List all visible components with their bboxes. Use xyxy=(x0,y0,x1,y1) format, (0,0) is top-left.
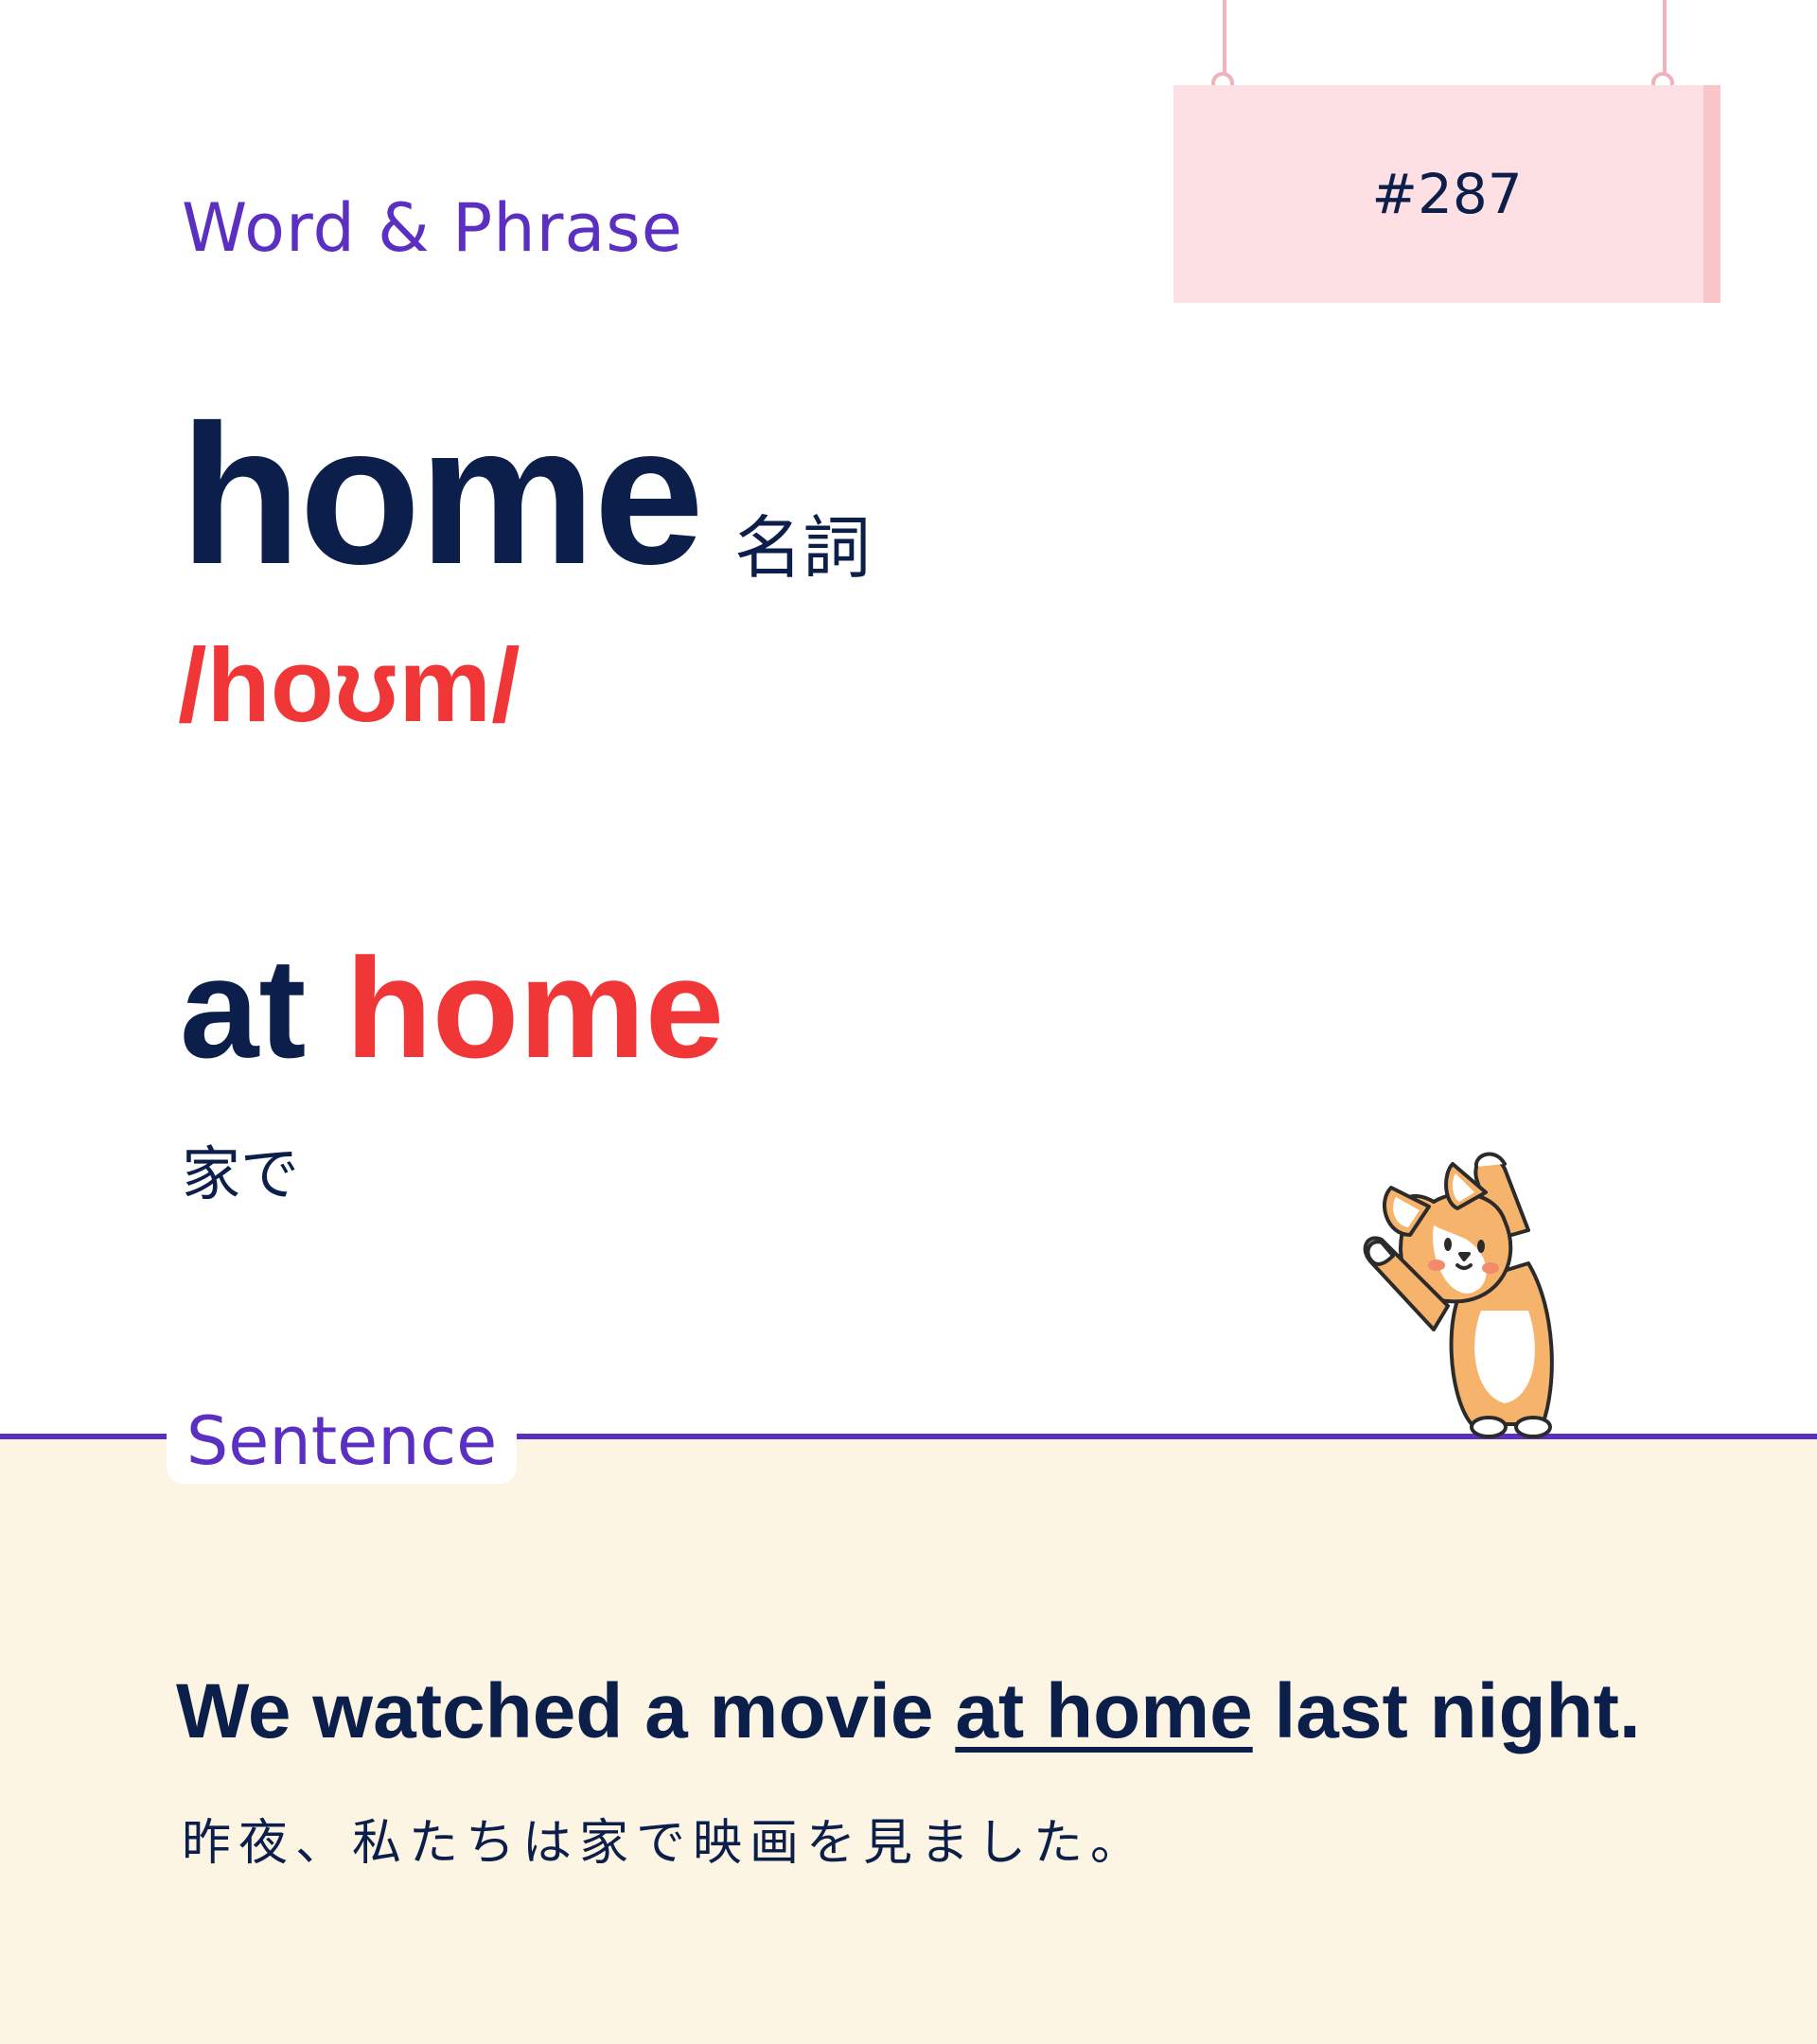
example-highlight: at home xyxy=(955,1668,1253,1754)
example-after: last night. xyxy=(1252,1668,1641,1754)
example-translation: 昨夜、私たちは家で映画を見ました。 xyxy=(182,1815,1148,1872)
part-of-speech: 名詞 xyxy=(734,508,872,588)
headword: home xyxy=(180,383,704,606)
sign-string-right xyxy=(1663,0,1667,76)
sign-string-left xyxy=(1223,0,1226,76)
category-label: Word & Phrase xyxy=(182,189,683,267)
example-sentence: We watched a movie at home last night. xyxy=(176,1667,1641,1756)
phrase: at home xyxy=(180,937,724,1079)
entry-number: #287 xyxy=(1371,162,1523,226)
example-before: We watched a movie xyxy=(176,1668,956,1754)
pronunciation: /hoʊm/ xyxy=(178,627,520,744)
corgi-mascot-icon xyxy=(1363,1152,1554,1438)
phrase-prefix: at xyxy=(180,928,346,1087)
phrase-translation: 家で xyxy=(182,1139,300,1208)
sentence-label: Sentence xyxy=(185,1402,498,1480)
phrase-highlight: home xyxy=(345,928,725,1087)
